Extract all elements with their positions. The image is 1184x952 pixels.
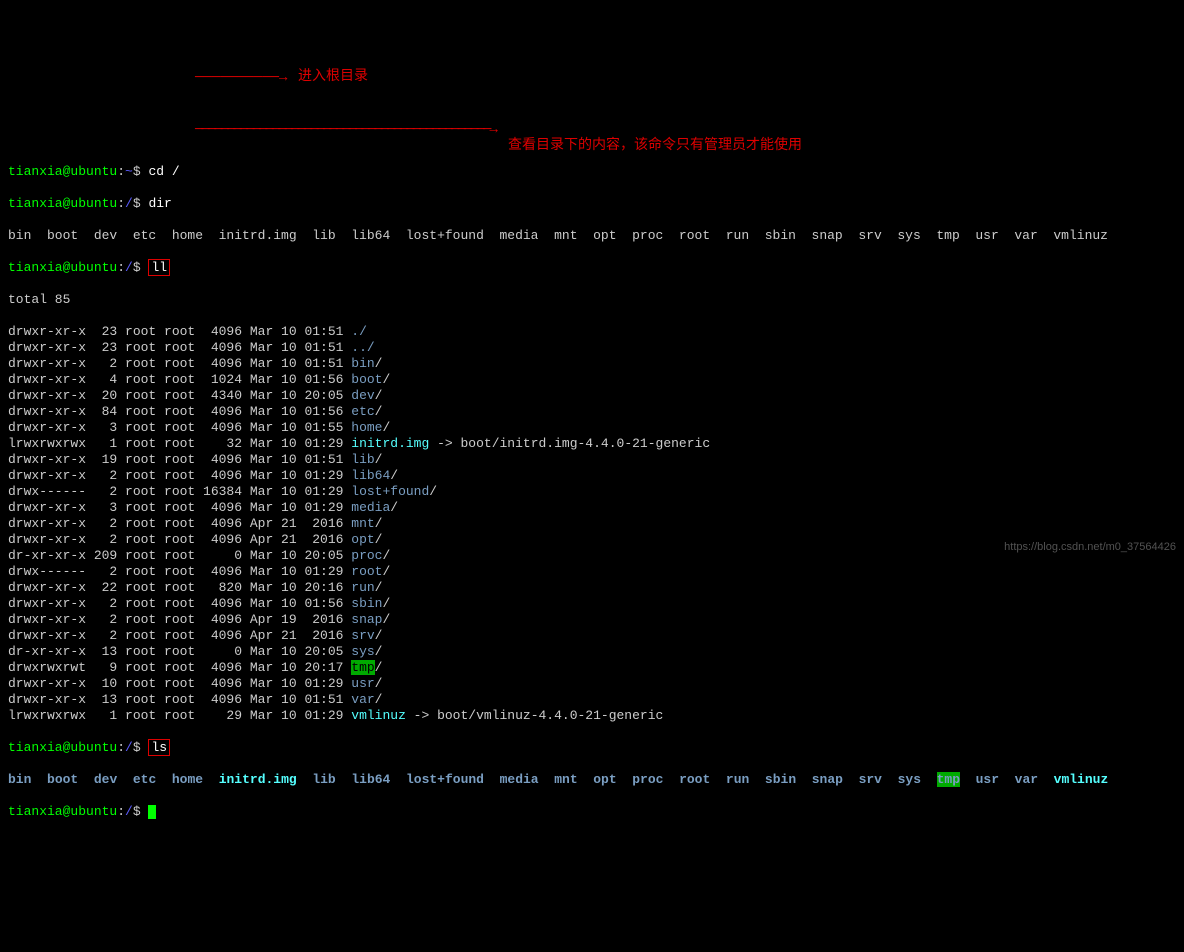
file-name: sbin [351,596,382,611]
ls-item: snap [812,772,843,787]
cmd-cd: cd / [148,164,179,179]
file-name: usr [351,676,374,691]
ll-row: drwxr-xr-x 2 root root 4096 Mar 10 01:29… [8,468,1176,484]
annotation-cd: 进入根目录 [298,69,368,85]
ll-row: drwxr-xr-x 10 root root 4096 Mar 10 01:2… [8,676,1176,692]
ls-item: media [500,772,539,787]
terminal-window[interactable]: ──────────→ 进入根目录 ──────────────────────… [0,64,1184,840]
file-name: lib64 [351,468,390,483]
ls-item: tmp [937,772,960,787]
ls-item: opt [593,772,616,787]
cmd-ls: ls [148,739,170,756]
ls-item: lib64 [351,772,390,787]
file-name: ../ [351,340,374,355]
ll-row: drwxrwxrwt 9 root root 4096 Mar 10 20:17… [8,660,1176,676]
ls-item: sbin [765,772,796,787]
cmd-dir: dir [148,196,171,211]
file-name: sys [351,644,374,659]
prompt-line-active[interactable]: tianxia@ubuntu:/$ [8,804,1176,820]
ll-output: drwxr-xr-x 23 root root 4096 Mar 10 01:5… [8,324,1176,724]
ls-output: bin boot dev etc home initrd.img lib lib… [8,772,1176,788]
total-line: total 85 [8,292,1176,308]
ll-row: drwxr-xr-x 3 root root 4096 Mar 10 01:29… [8,500,1176,516]
file-name: home [351,420,382,435]
file-name: proc [351,548,382,563]
ll-row: drwxr-xr-x 22 root root 820 Mar 10 20:16… [8,580,1176,596]
file-name: srv [351,628,374,643]
file-name: var [351,692,374,707]
ls-item: home [172,772,203,787]
ll-row: drwx------ 2 root root 4096 Mar 10 01:29… [8,564,1176,580]
file-name: etc [351,404,374,419]
file-name: opt [351,532,374,547]
prompt-line: tianxia@ubuntu:~$ cd / [8,164,1176,180]
ls-item: srv [859,772,882,787]
ll-row: drwxr-xr-x 3 root root 4096 Mar 10 01:55… [8,420,1176,436]
ll-row: drwxr-xr-x 13 root root 4096 Mar 10 01:5… [8,692,1176,708]
file-name: media [351,500,390,515]
ls-item: dev [94,772,117,787]
file-name: snap [351,612,382,627]
ls-item: var [1015,772,1038,787]
ls-item: lib [312,772,335,787]
file-name: lost+found [351,484,429,499]
arrow-annotation: ────────────────────────────────────────… [195,122,496,138]
ll-row: lrwxrwxrwx 1 root root 29 Mar 10 01:29 v… [8,708,1176,724]
ll-row: drwxr-xr-x 84 root root 4096 Mar 10 01:5… [8,404,1176,420]
prompt-user: tianxia@ubuntu [8,164,117,179]
dir-output: bin boot dev etc home initrd.img lib lib… [8,228,1176,244]
ll-row: lrwxrwxrwx 1 root root 32 Mar 10 01:29 i… [8,436,1176,452]
file-name: root [351,564,382,579]
ll-row: drwxr-xr-x 2 root root 4096 Apr 21 2016 … [8,532,1176,548]
file-name: boot [351,372,382,387]
ll-row: drwxr-xr-x 23 root root 4096 Mar 10 01:5… [8,340,1176,356]
ll-row: dr-xr-xr-x 13 root root 0 Mar 10 20:05 s… [8,644,1176,660]
cursor [148,805,156,819]
file-name: initrd.img [351,436,429,451]
ls-item: root [679,772,710,787]
prompt-line: tianxia@ubuntu:/$ ls [8,740,1176,756]
annotation-ll: 查看目录下的内容，该命令只有管理员才能使用 [508,138,802,154]
ls-item: vmlinuz [1054,772,1109,787]
file-name: vmlinuz [351,708,406,723]
ls-item: boot [47,772,78,787]
ll-row: drwxr-xr-x 2 root root 4096 Mar 10 01:51… [8,356,1176,372]
file-name: run [351,580,374,595]
file-name: tmp [351,660,374,675]
watermark: https://blog.csdn.net/m0_37564426 [1004,539,1176,555]
arrow-annotation: ──────────→ [195,70,287,86]
ls-item: usr [976,772,999,787]
ls-item: lost+found [406,772,484,787]
ls-item: mnt [554,772,577,787]
ll-row: drwxr-xr-x 2 root root 4096 Apr 19 2016 … [8,612,1176,628]
ls-item: bin [8,772,31,787]
ll-row: drwxr-xr-x 2 root root 4096 Apr 21 2016 … [8,516,1176,532]
prompt-line: tianxia@ubuntu:/$ dir [8,196,1176,212]
ll-row: drwxr-xr-x 4 root root 1024 Mar 10 01:56… [8,372,1176,388]
ll-row: drwxr-xr-x 23 root root 4096 Mar 10 01:5… [8,324,1176,340]
file-name: dev [351,388,374,403]
ls-item: etc [133,772,156,787]
ll-row: drwxr-xr-x 2 root root 4096 Apr 21 2016 … [8,628,1176,644]
prompt-path: ~ [125,164,133,179]
file-name: bin [351,356,374,371]
file-name: ./ [351,324,367,339]
file-name: lib [351,452,374,467]
ls-item: initrd.img [219,772,297,787]
cmd-ll: ll [148,259,170,276]
ls-item: sys [898,772,921,787]
ls-item: proc [632,772,663,787]
ll-row: drwxr-xr-x 2 root root 4096 Mar 10 01:56… [8,596,1176,612]
ll-row: drwx------ 2 root root 16384 Mar 10 01:2… [8,484,1176,500]
file-name: mnt [351,516,374,531]
ll-row: drwxr-xr-x 20 root root 4340 Mar 10 20:0… [8,388,1176,404]
ls-item: run [726,772,749,787]
ll-row: dr-xr-xr-x 209 root root 0 Mar 10 20:05 … [8,548,1176,564]
ll-row: drwxr-xr-x 19 root root 4096 Mar 10 01:5… [8,452,1176,468]
prompt-line: tianxia@ubuntu:/$ ll [8,260,1176,276]
